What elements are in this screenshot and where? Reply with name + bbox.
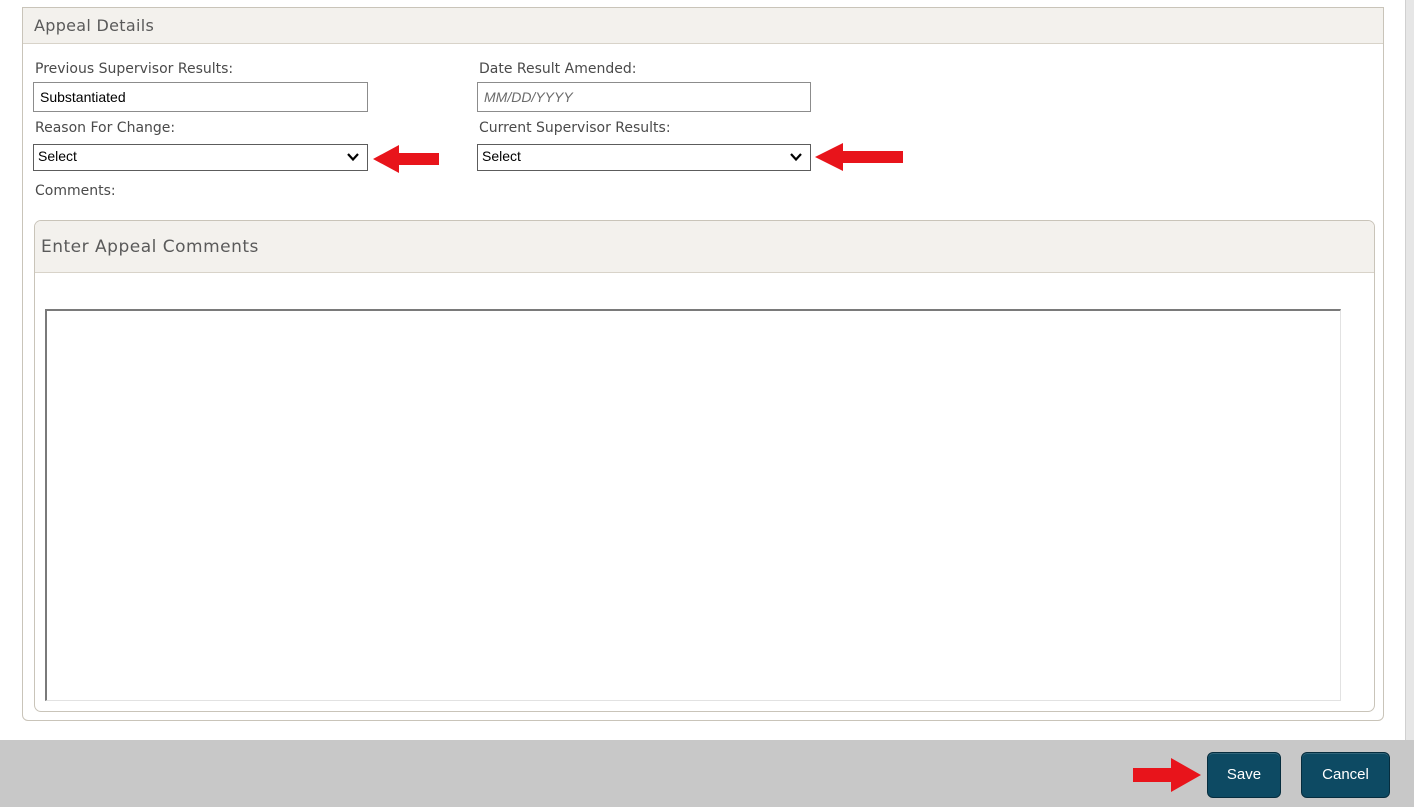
- reason-for-change-select[interactable]: Select: [33, 144, 368, 171]
- comments-title: Enter Appeal Comments: [41, 237, 259, 257]
- current-results-label: Current Supervisor Results:: [479, 120, 671, 136]
- footer-bar: Save Cancel: [0, 740, 1414, 807]
- comments-label: Comments:: [35, 183, 116, 199]
- date-amended-input[interactable]: MM/DD/YYYY: [477, 82, 811, 112]
- appeal-page: Appeal Details Previous Supervisor Resul…: [0, 0, 1414, 807]
- cancel-button[interactable]: Cancel: [1301, 752, 1390, 798]
- current-results-value: Select: [482, 148, 521, 164]
- reason-for-change-value: Select: [38, 148, 77, 164]
- chevron-down-icon: [347, 153, 359, 162]
- save-button[interactable]: Save: [1207, 752, 1281, 798]
- appeal-details-panel: Appeal Details Previous Supervisor Resul…: [22, 7, 1384, 721]
- previous-results-field[interactable]: Substantiated: [33, 82, 368, 112]
- reason-for-change-label: Reason For Change:: [35, 120, 176, 136]
- appeal-comments-textarea[interactable]: [45, 309, 1341, 701]
- scrollbar[interactable]: [1405, 0, 1414, 740]
- comments-panel: Enter Appeal Comments: [34, 220, 1375, 712]
- red-arrow-icon: [815, 143, 903, 171]
- chevron-down-icon: [790, 153, 802, 162]
- previous-results-label: Previous Supervisor Results:: [35, 61, 234, 77]
- comments-header: Enter Appeal Comments: [35, 221, 1374, 273]
- date-amended-label: Date Result Amended:: [479, 61, 637, 77]
- appeal-details-header: Appeal Details: [23, 8, 1383, 44]
- red-arrow-icon: [373, 145, 439, 173]
- panel-title: Appeal Details: [34, 16, 155, 35]
- red-arrow-icon: [1133, 758, 1201, 792]
- current-results-select[interactable]: Select: [477, 144, 811, 171]
